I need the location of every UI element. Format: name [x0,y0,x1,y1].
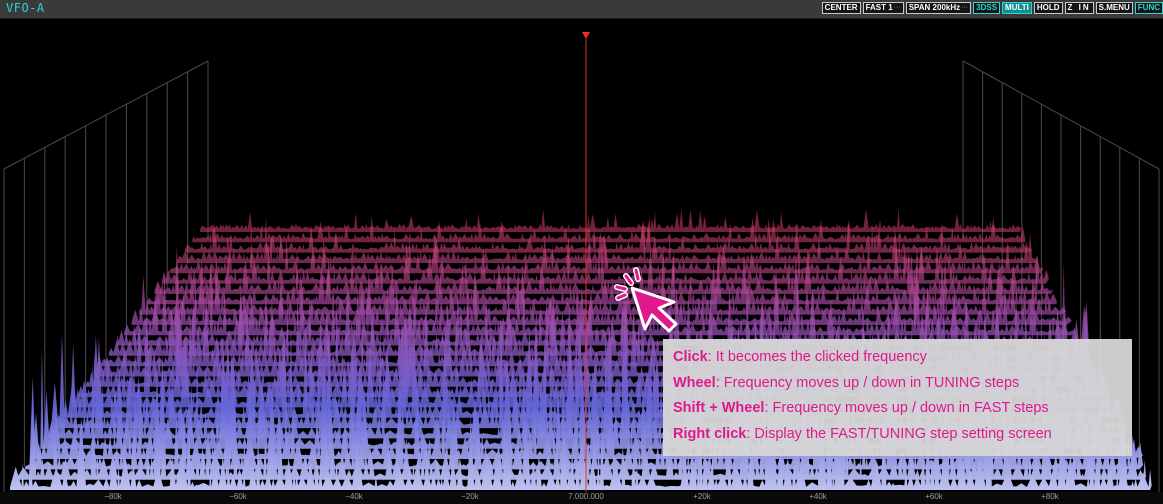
frequency-label: −60k [229,492,247,501]
spectrum-scope-window: VFO-A CENTER FAST 1 ··· SPAN 200kHz ··· 3DSS M… [0,0,1163,504]
tooltip-key: Right click [673,425,747,442]
tooltip-key: Shift + Wheel [673,400,765,416]
toolbar-button-func[interactable]: FUNC [1134,2,1163,14]
toolbar-button-3dss[interactable]: 3DSS [973,2,1001,14]
tooltip-key: Wheel [673,374,716,391]
toolbar-button-fast-1[interactable]: FAST 1 ··· [862,2,904,14]
frequency-label: +60k [925,492,943,501]
toolbar-button-sub: ··· [961,4,969,11]
operation-help-tooltip: Click: It becomes the clicked frequency W… [663,339,1132,456]
tooltip-key: Click [673,349,708,365]
tooltip-text: : It becomes the clicked frequency [707,349,927,365]
frequency-label: 7.000.000 [568,492,604,501]
frequency-label: −20k [461,492,479,501]
frequency-label: +20k [693,492,711,501]
toolbar-button-label: SPAN 200kHz [908,3,961,12]
toolbar-button-s-menu[interactable]: S.MENU [1095,2,1133,14]
frequency-label: −80k [104,492,122,501]
tooltip-line: Click: It becomes the clicked frequency [673,345,1122,371]
toolbar-button-label: Z IN [1067,3,1091,12]
spectrum-trace [200,208,1021,232]
toolbar-button-sub: ··· [893,4,901,11]
vfo-label: VFO-A [6,1,45,15]
tooltip-line: Wheel: Frequency moves up / down in TUNI… [673,371,1122,397]
toolbar-button-label: S.MENU [1098,3,1130,12]
toolbar-button-center[interactable]: CENTER [821,2,861,14]
toolbar-button-label: FUNC [1137,3,1160,12]
tooltip-text: : Frequency moves up / down in FAST step… [764,400,1049,416]
tooltip-text: : Display the FAST/TUNING step setting s… [746,425,1052,442]
tooltip-text: : Frequency moves up / down in TUNING st… [715,374,1020,391]
toolbar-buttons: CENTER FAST 1 ··· SPAN 200kHz ··· 3DSS MULTI HO… [821,2,1163,14]
tooltip-line: Shift + Wheel: Frequency moves up / down… [673,396,1122,422]
hand-pointer-click-icon [614,267,678,333]
toolbar-button-span-200khz[interactable]: SPAN 200kHz ··· [905,2,972,14]
toolbar-button-label: CENTER [824,3,858,12]
toolbar-button-label: FAST 1 [865,3,893,12]
toolbar-button-z-in[interactable]: Z IN [1064,2,1094,14]
frequency-label: +40k [809,492,827,501]
toolbar-button-label: 3DSS [976,3,998,12]
toolbar-button-label: HOLD [1036,3,1060,12]
frequency-label: +80k [1041,492,1059,501]
tooltip-line: Right click: Display the FAST/TUNING ste… [673,422,1122,448]
top-bar: VFO-A CENTER FAST 1 ··· SPAN 200kHz ··· 3DSS M… [0,0,1163,19]
toolbar-button-label: MULTI [1005,3,1029,12]
toolbar-button-hold[interactable]: HOLD [1033,2,1063,14]
frequency-label: −40k [345,492,363,501]
toolbar-button-multi[interactable]: MULTI [1002,2,1032,14]
frequency-axis: −80k −60k −40k −20k 7.000.000 +20k +40k +60k +80… [0,492,1163,504]
triangle-down-icon [582,32,590,39]
